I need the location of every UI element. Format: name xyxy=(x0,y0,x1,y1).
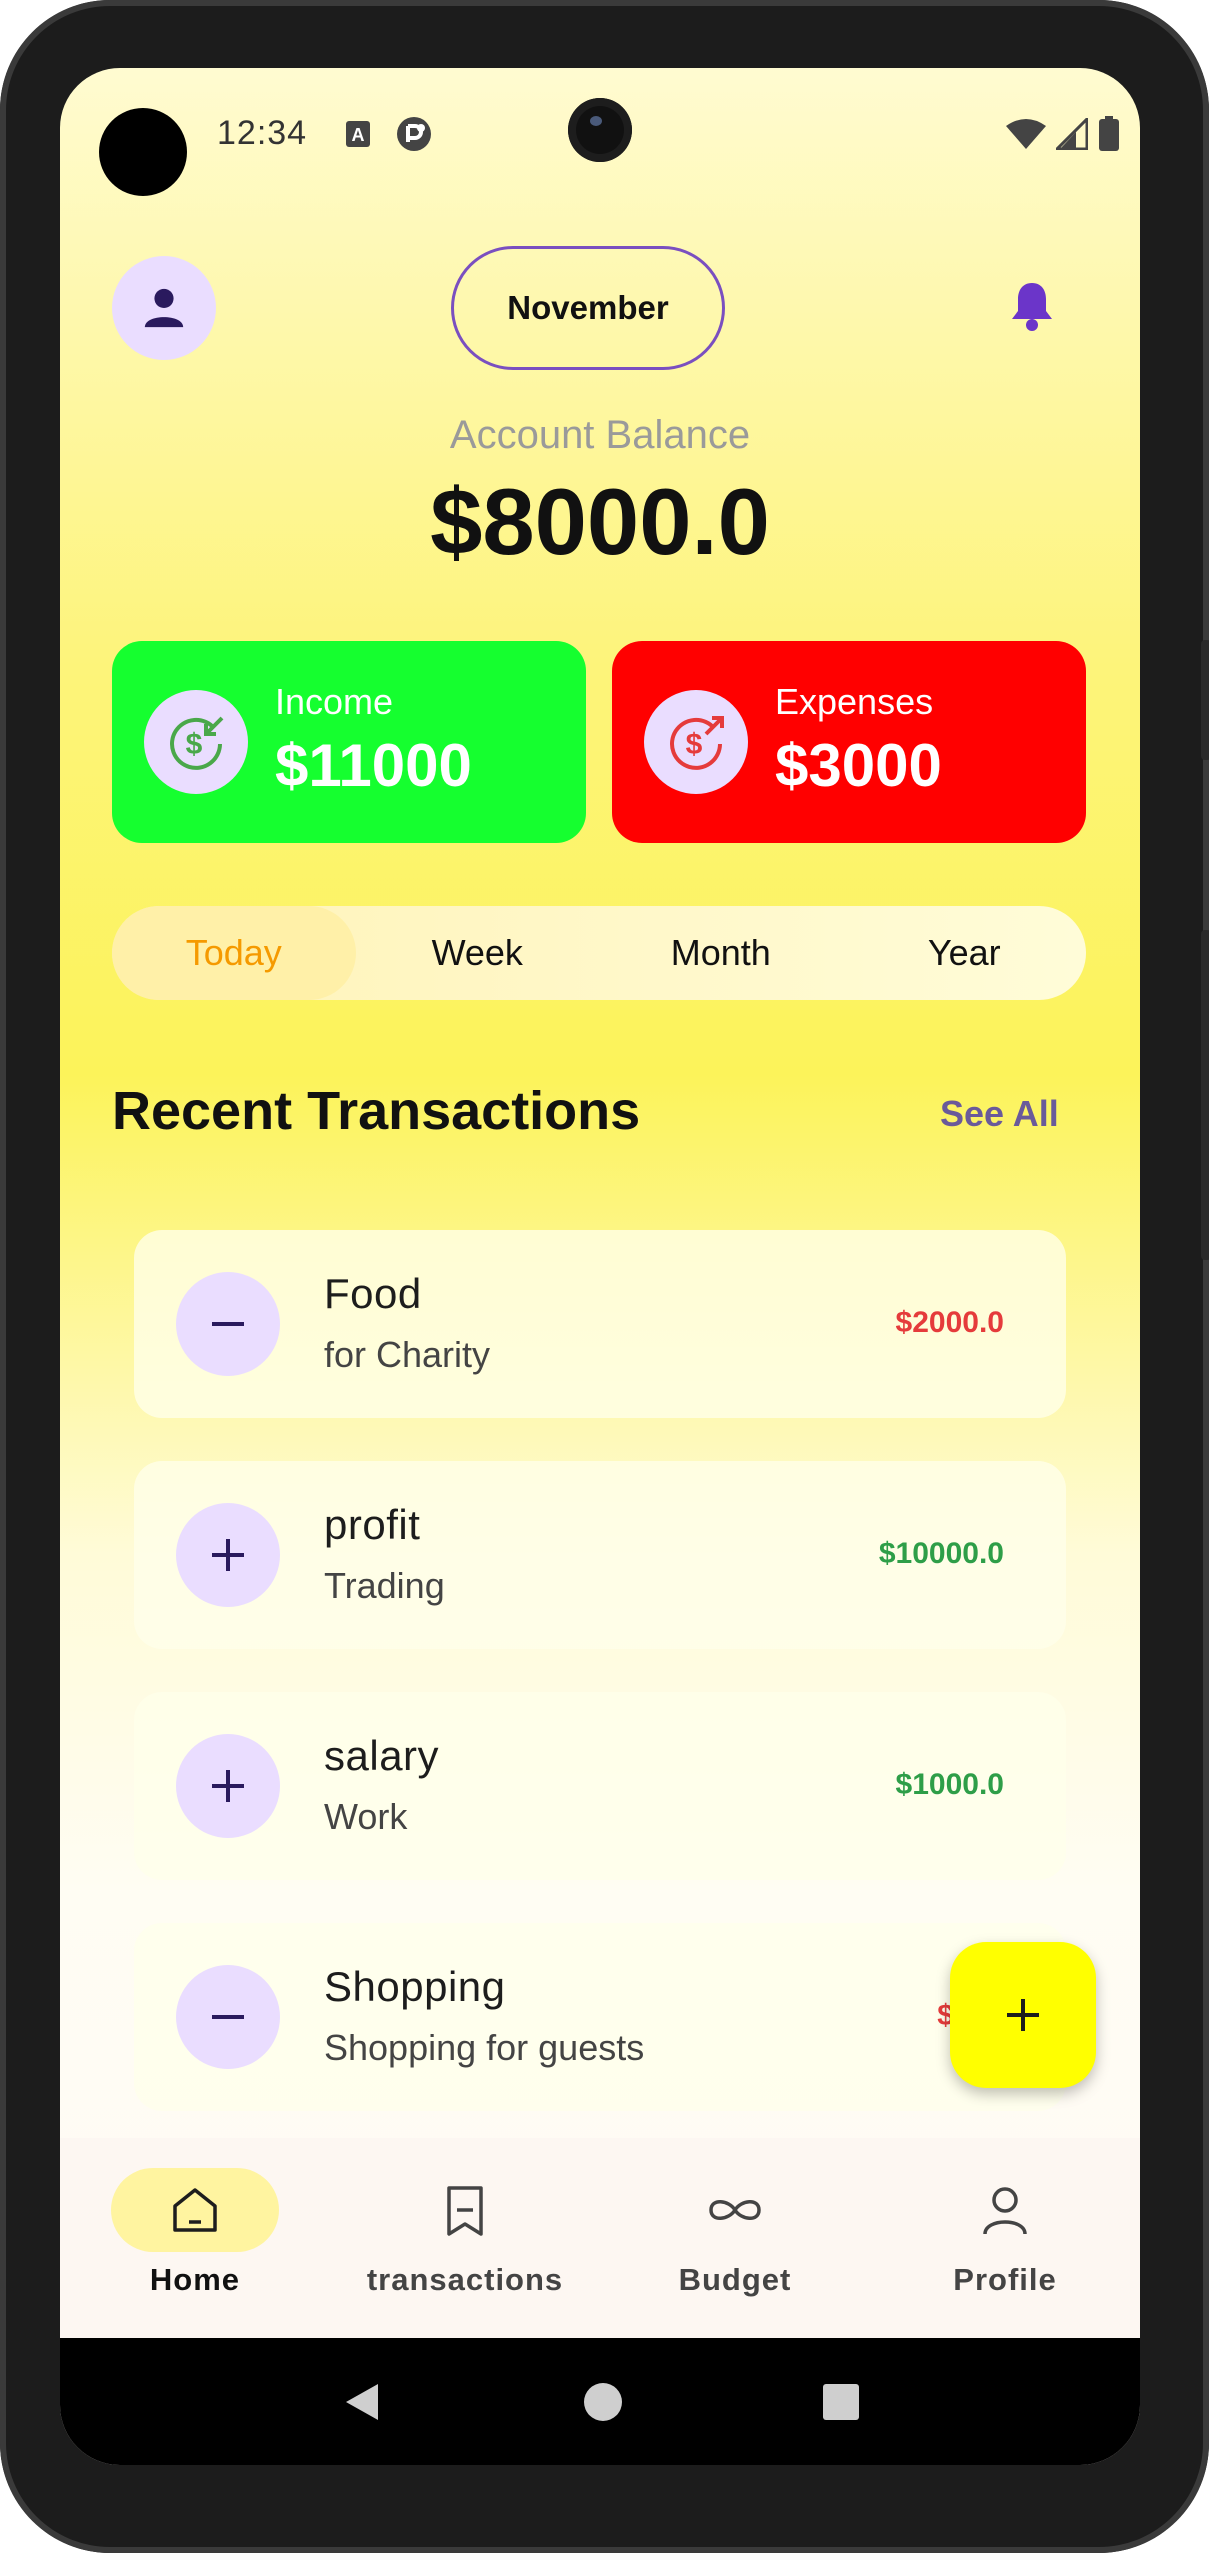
receipt-icon xyxy=(381,2168,549,2252)
home-button-icon[interactable] xyxy=(583,2382,623,2422)
plus-icon xyxy=(1007,1999,1039,2031)
account-avatar-button[interactable] xyxy=(112,256,216,360)
signal-icon xyxy=(1056,118,1088,150)
transaction-item[interactable]: profit Trading $10000.0 xyxy=(134,1461,1066,1649)
system-icons xyxy=(1006,116,1120,152)
phone-frame: 12:34 A November Account Balance $8000.0 xyxy=(0,0,1209,2553)
person-icon xyxy=(921,2168,1089,2252)
expense-icon: $ xyxy=(644,690,748,794)
expenses-value: $3000 xyxy=(775,732,942,799)
transaction-subtitle: for Charity xyxy=(324,1334,491,1375)
transaction-item[interactable]: Food for Charity $2000.0 xyxy=(134,1230,1066,1418)
transaction-title: salary xyxy=(324,1732,440,1779)
app-screen: 12:34 A November Account Balance $8000.0 xyxy=(60,68,1140,2465)
period-tabs: Today Week Month Year xyxy=(112,906,1086,1000)
plus-icon xyxy=(176,1734,280,1838)
system-navigation-bar xyxy=(60,2338,1140,2465)
power-button xyxy=(1201,930,1209,1260)
account-balance-label: Account Balance xyxy=(449,413,751,457)
svg-text:$: $ xyxy=(186,728,203,761)
transaction-item[interactable]: Shopping Shopping for guests $100 xyxy=(134,1923,1066,2111)
home-icon xyxy=(111,2168,279,2252)
transaction-amount: $10000.0 xyxy=(878,1537,1004,1570)
tab-week[interactable]: Week xyxy=(356,906,600,1000)
nav-item-home[interactable]: Home xyxy=(60,2138,330,2328)
infinity-icon xyxy=(651,2168,819,2252)
income-icon: $ xyxy=(144,690,248,794)
person-icon xyxy=(144,288,184,328)
nav-label-budget: Budget xyxy=(678,2262,792,2297)
wifi-icon xyxy=(1006,119,1046,149)
minus-icon xyxy=(176,1272,280,1376)
income-label: Income xyxy=(275,681,394,722)
camera-cutout xyxy=(99,108,187,196)
transaction-amount: $2000.0 xyxy=(895,1306,1004,1339)
nav-label-home: Home xyxy=(149,2262,241,2297)
month-selector[interactable]: November xyxy=(451,246,725,370)
transaction-subtitle: Trading xyxy=(324,1565,445,1606)
transaction-title: profit xyxy=(324,1501,421,1548)
svg-text:A: A xyxy=(352,125,365,145)
recent-transactions-title: Recent Transactions xyxy=(112,1081,641,1141)
bell-icon xyxy=(1012,283,1052,331)
app-notification-icon xyxy=(396,116,432,157)
income-card[interactable]: $ Income $11000 xyxy=(112,641,586,843)
expenses-card[interactable]: $ Expenses $3000 xyxy=(612,641,1086,843)
svg-text:$: $ xyxy=(686,728,703,761)
text-notification-icon: A xyxy=(345,120,371,153)
add-transaction-button[interactable] xyxy=(950,1942,1096,2088)
transaction-subtitle: Work xyxy=(324,1796,408,1837)
expenses-label: Expenses xyxy=(775,681,934,722)
nav-label-profile: Profile xyxy=(953,2262,1057,2297)
nav-label-transactions: transactions xyxy=(366,2262,564,2297)
transaction-subtitle: Shopping for guests xyxy=(324,2027,645,2068)
tab-today[interactable]: Today xyxy=(112,906,356,1000)
status-bar: 12:34 A xyxy=(60,68,1140,208)
account-balance-value: $8000.0 xyxy=(430,469,770,574)
status-time: 12:34 xyxy=(217,114,308,152)
tab-month[interactable]: Month xyxy=(599,906,843,1000)
transaction-item[interactable]: salary Work $1000.0 xyxy=(134,1692,1066,1880)
minus-icon xyxy=(176,1965,280,2069)
nav-item-transactions[interactable]: transactions xyxy=(330,2138,600,2328)
transaction-title: Shopping xyxy=(324,1963,506,2010)
back-icon[interactable] xyxy=(340,2380,384,2424)
front-camera xyxy=(568,98,632,162)
income-value: $11000 xyxy=(275,732,472,799)
recents-icon[interactable] xyxy=(822,2383,860,2421)
volume-button xyxy=(1201,640,1209,760)
battery-icon xyxy=(1099,116,1119,151)
plus-icon xyxy=(176,1503,280,1607)
tab-year[interactable]: Year xyxy=(843,906,1087,1000)
transaction-title: Food xyxy=(324,1270,422,1317)
notifications-button[interactable] xyxy=(1000,274,1064,338)
see-all-link[interactable]: See All xyxy=(940,1093,1059,1135)
transaction-amount: $1000.0 xyxy=(895,1768,1004,1801)
nav-item-profile[interactable]: Profile xyxy=(870,2138,1140,2328)
nav-item-budget[interactable]: Budget xyxy=(600,2138,870,2328)
